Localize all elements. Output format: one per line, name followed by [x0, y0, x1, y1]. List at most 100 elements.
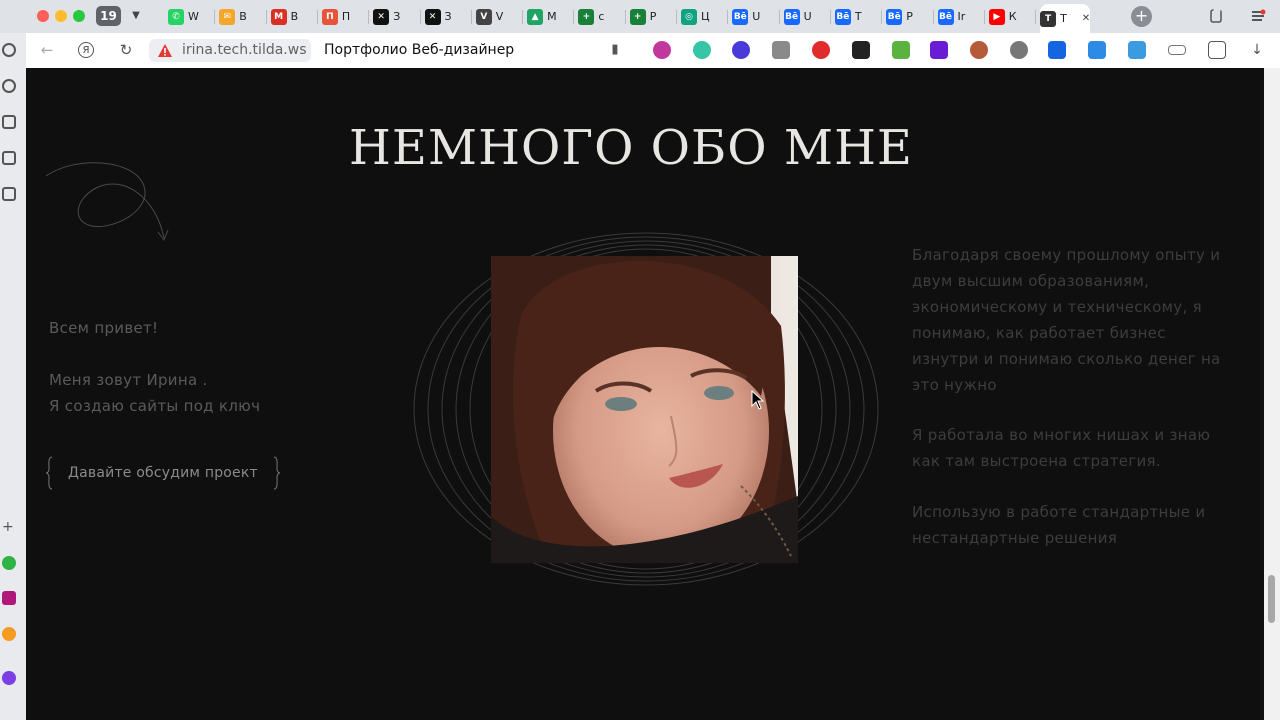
tab-label: В	[290, 10, 299, 23]
back-icon[interactable]: ←	[38, 41, 56, 59]
browser-tab[interactable]: Bē U	[732, 4, 776, 29]
tab-label: W	[188, 10, 199, 23]
tab-separator	[1035, 10, 1037, 24]
tab-label: Ц	[701, 10, 710, 23]
menu-icon[interactable]	[1250, 8, 1266, 24]
behance-icon: Bē	[783, 8, 800, 25]
close-window-button[interactable]	[37, 10, 49, 22]
browser-tab[interactable]: Bē Т	[834, 4, 879, 29]
browser-tab[interactable]: ◎ Ц	[681, 4, 725, 29]
browser-tab[interactable]: ✉ В	[219, 4, 263, 29]
tab-label: З	[393, 10, 401, 23]
extension-blue-icon[interactable]	[1048, 41, 1066, 59]
x-icon: ✕	[424, 8, 441, 25]
tab-label: П	[341, 10, 351, 23]
browser-tab[interactable]: VV	[475, 4, 520, 29]
about-paragraph-2: Я работала во многих нишах и знаю как та…	[912, 426, 1211, 470]
tab-separator	[983, 10, 985, 24]
scrollbar-thumb[interactable]	[1268, 575, 1275, 623]
browser-tab[interactable]: ✕ З	[373, 4, 417, 29]
chevron-down-icon[interactable]: ▼	[127, 6, 145, 26]
tab-separator	[368, 10, 370, 24]
tab-label: Р	[649, 10, 657, 23]
download-icon[interactable]	[1088, 41, 1106, 59]
tab-label: V	[495, 10, 504, 23]
camera-icon[interactable]	[2, 187, 16, 201]
tab-label: U	[752, 10, 761, 23]
minimize-window-button[interactable]	[55, 10, 67, 22]
browser-tab[interactable]: ✆ W	[168, 4, 212, 29]
close-tab-icon[interactable]: ✕	[1082, 13, 1090, 24]
extension-green-icon[interactable]	[892, 41, 910, 59]
browser-tab[interactable]: ▲ М	[527, 4, 571, 29]
url-text[interactable]: irina.tech.tilda.ws	[182, 42, 307, 58]
alice-icon[interactable]	[2, 671, 16, 685]
tab-separator	[778, 10, 780, 24]
extension-flower-icon[interactable]	[732, 41, 750, 59]
tab-label: с	[598, 10, 605, 23]
tab-label: U	[803, 10, 812, 23]
chatgpt-icon: ◎	[681, 8, 697, 25]
browser-tab[interactable]: Bē U	[783, 4, 828, 29]
browser-tab[interactable]: Bē Ir	[937, 4, 982, 29]
about-paragraph-3: Использую в работе стандартные и нестанд…	[912, 503, 1206, 547]
l-app-icon[interactable]	[2, 591, 16, 605]
discuss-project-label: Давайте обсудим проект	[68, 465, 258, 481]
youtube-icon: ▶	[988, 8, 1005, 25]
orange-app-icon[interactable]	[2, 627, 16, 641]
sheets-icon: +	[629, 8, 646, 25]
extension-character-icon[interactable]	[970, 41, 988, 59]
mail-icon: ✉	[219, 8, 236, 25]
warning-icon[interactable]	[157, 43, 173, 58]
section-heading: НЕМНОГО ОБО МНЕ	[349, 120, 913, 176]
extension-avatar-icon[interactable]	[653, 41, 671, 59]
tab-count-badge[interactable]: 19	[96, 6, 121, 26]
tab-label: Р	[906, 10, 913, 23]
tab-separator	[624, 10, 626, 24]
extensions-puzzle-icon[interactable]	[1208, 41, 1226, 59]
history-icon[interactable]	[2, 43, 16, 57]
tab-separator	[881, 10, 883, 24]
play-icon[interactable]	[2, 79, 16, 93]
tab-label: К	[1008, 10, 1017, 23]
browser-tab[interactable]: ✕ З	[424, 4, 469, 29]
tab-search-icon[interactable]	[1208, 8, 1224, 24]
whatsapp-icon: ✆	[168, 8, 184, 25]
extension-translate-icon[interactable]	[1128, 41, 1146, 59]
sber-icon[interactable]	[2, 556, 16, 570]
browser-tab[interactable]: + Р	[629, 4, 674, 29]
browser-tab[interactable]: + с	[578, 4, 622, 29]
battery-icon[interactable]	[1168, 45, 1186, 55]
discuss-project-button[interactable]: Давайте обсудим проект	[46, 456, 280, 490]
calendar-icon[interactable]	[2, 115, 16, 129]
downloads-icon[interactable]: ↓	[1248, 41, 1266, 59]
reload-icon[interactable]: ↻	[117, 41, 135, 59]
subtitle-text: Я создаю сайты под ключ	[49, 397, 261, 415]
browser-tab[interactable]: MВ	[270, 4, 315, 29]
browser-tab[interactable]: T Т ✕	[1040, 4, 1091, 33]
behance-icon: Bē	[834, 8, 851, 25]
browser-tab[interactable]: ▶ К	[988, 4, 1033, 29]
notes-icon[interactable]	[2, 151, 16, 165]
about-paragraph-1: Благодаря своему прошлому опыту и двум в…	[912, 246, 1221, 394]
greeting-text: Всем привет!	[49, 319, 159, 337]
p-app-icon: П	[321, 8, 338, 25]
maximize-window-button[interactable]	[73, 10, 85, 22]
extension-panda-icon[interactable]	[1010, 41, 1028, 59]
extension-media-icon[interactable]	[852, 41, 870, 59]
extension-bird-icon[interactable]	[693, 41, 711, 59]
drive-icon: ▲	[527, 8, 544, 25]
extension-v-icon[interactable]	[930, 41, 948, 59]
behance-icon: Bē	[732, 8, 749, 25]
tab-separator	[522, 10, 524, 24]
extension-camera-icon[interactable]	[772, 41, 790, 59]
bookmark-icon[interactable]: ▮	[606, 41, 624, 59]
new-tab-button[interactable]: +	[1131, 6, 1152, 27]
extension-stop-icon[interactable]	[812, 41, 830, 59]
add-icon[interactable]: +	[2, 520, 16, 534]
browser-tab[interactable]: Bē Р	[886, 4, 930, 29]
browser-tab[interactable]: ПП	[321, 4, 366, 29]
tab-label: Т	[1060, 12, 1067, 25]
tab-separator	[573, 10, 575, 24]
yandex-icon[interactable]: я	[78, 42, 94, 58]
